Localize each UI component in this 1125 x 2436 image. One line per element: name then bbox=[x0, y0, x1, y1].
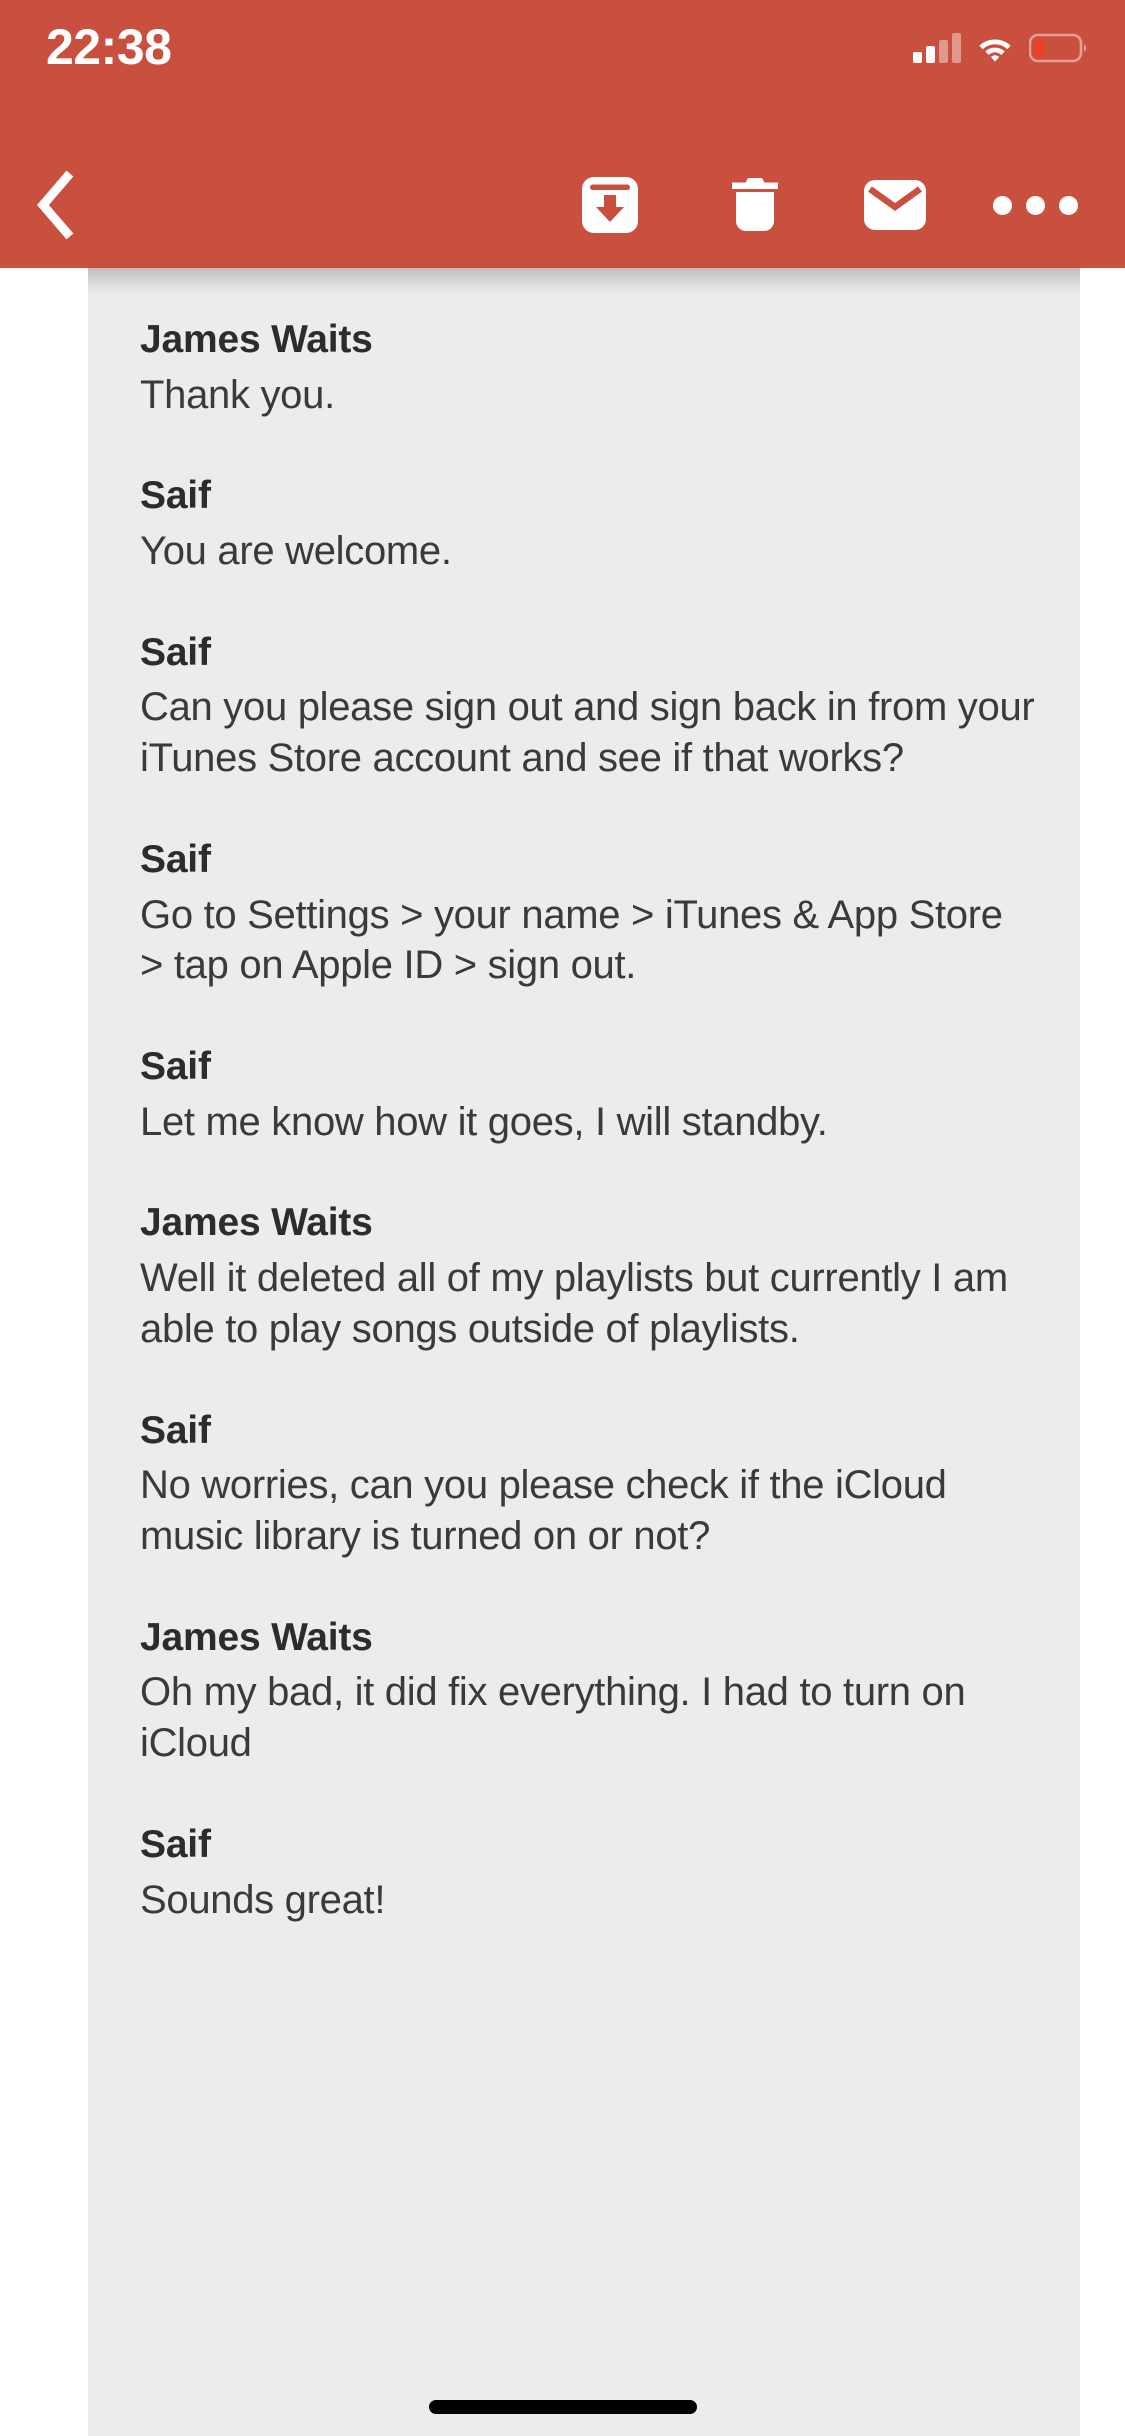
message-sender: Saif bbox=[140, 837, 211, 881]
message-sender: Saif bbox=[140, 474, 211, 518]
message-sender: James Waits bbox=[140, 1615, 373, 1659]
message-item: Saif No worries, can you please check if … bbox=[140, 1407, 1036, 1562]
message-sender: James Waits bbox=[140, 1201, 373, 1245]
toolbar bbox=[0, 150, 1125, 260]
chevron-left-icon bbox=[37, 170, 74, 240]
message-body: You are welcome. bbox=[140, 528, 452, 573]
app-bar: 22:38 bbox=[0, 0, 1125, 268]
archive-download-icon bbox=[582, 177, 638, 233]
message-item: Saif Go to Settings > your name > iTunes … bbox=[140, 836, 1036, 991]
message-item: Saif Sounds great! bbox=[140, 1821, 1036, 1925]
message-item: Saif Can you please sign out and sign bac… bbox=[140, 629, 1036, 784]
status-bar-time: 22:38 bbox=[46, 19, 172, 75]
message-sender: Saif bbox=[140, 630, 211, 674]
message-item: James Waits Oh my bad, it did fix everyth… bbox=[140, 1614, 1036, 1769]
archive-button[interactable] bbox=[555, 150, 665, 260]
message-sender: Saif bbox=[140, 1408, 211, 1452]
message-body: Sounds great! bbox=[140, 1877, 386, 1922]
phone-screen: 22:38 James Waits Thank you. Saif You ar… bbox=[0, 0, 1125, 2436]
battery-low-icon bbox=[1029, 33, 1087, 63]
message-item: James Waits Well it deleted all of my pla… bbox=[140, 1199, 1036, 1354]
home-indicator[interactable] bbox=[428, 2400, 697, 2414]
more-horizontal-icon bbox=[992, 195, 1078, 215]
message-sender: James Waits bbox=[140, 318, 373, 361]
mark-unread-button[interactable] bbox=[840, 150, 950, 260]
message-body: Thank you. bbox=[140, 372, 335, 417]
message-sender: Saif bbox=[140, 1045, 211, 1089]
status-bar-indicators bbox=[913, 26, 1089, 70]
message-body: No worries, can you please check if the … bbox=[140, 1463, 958, 1559]
message-body: Let me know how it goes, I will standby. bbox=[140, 1099, 828, 1144]
delete-button[interactable] bbox=[700, 150, 810, 260]
message-body: Go to Settings > your name > iTunes & Ap… bbox=[140, 892, 1014, 988]
back-button[interactable] bbox=[0, 150, 110, 260]
message-body: Well it deleted all of my playlists but … bbox=[140, 1256, 1019, 1351]
message-item: Saif Let me know how it goes, I will stan… bbox=[140, 1043, 1036, 1147]
wifi-icon bbox=[979, 39, 1011, 62]
message-body: Oh my bad, it did fix everything. I had … bbox=[140, 1670, 977, 1766]
message-body: Can you please sign out and sign back in… bbox=[140, 685, 1046, 781]
cellular-signal-icon bbox=[913, 33, 961, 63]
message-thread-container: James Waits Thank you. Saif You are welcome… bbox=[0, 268, 1125, 2436]
message-item: Saif You are welcome. bbox=[140, 472, 1036, 576]
message-list: James Waits Thank you. Saif You are welcome… bbox=[88, 268, 1080, 1977]
trash-icon bbox=[732, 178, 778, 231]
message-item: James Waits Thank you. bbox=[140, 316, 1036, 420]
more-options-button[interactable] bbox=[980, 150, 1090, 260]
envelope-icon bbox=[864, 180, 926, 230]
message-sender: Saif bbox=[140, 1822, 211, 1866]
status-bar: 22:38 bbox=[0, 0, 1125, 90]
